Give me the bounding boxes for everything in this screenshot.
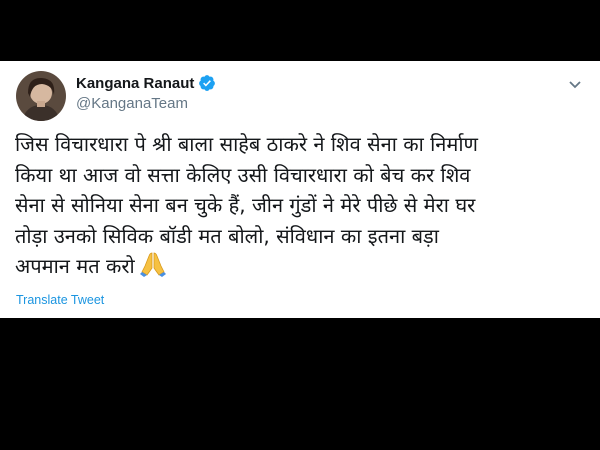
tweet-text-line: तोड़ा उनको सिविक बॉडी मत बोलो, संविधान क… bbox=[15, 223, 439, 248]
tweet-text-line: किया था आज वो सत्ता केलिए उसी विचारधारा … bbox=[15, 162, 471, 187]
tweet-text-line: जिस विचारधारा पे श्री बाला साहेब ठाकरे न… bbox=[15, 132, 479, 156]
tweet-text-line: सेना से सोनिया सेना बन चुके हैं, जीन गुं… bbox=[15, 193, 476, 217]
verified-badge-icon bbox=[198, 74, 216, 92]
author-name[interactable]: Kangana Ranaut bbox=[76, 74, 216, 92]
translate-tweet-link[interactable]: Translate Tweet bbox=[16, 293, 104, 307]
tweet-text-line: अपमान मत करो bbox=[15, 254, 135, 278]
tweet-card: Kangana Ranaut @KanganaTeam जिस विचारधार… bbox=[0, 61, 600, 318]
tweet-text-line-last: अपमान मत करो bbox=[15, 251, 585, 286]
tweet-text: जिस विचारधारा पे श्री बाला साहेब ठाकरे न… bbox=[15, 129, 585, 286]
folded-hands-icon bbox=[139, 251, 167, 286]
author-name-text[interactable]: Kangana Ranaut bbox=[76, 75, 194, 92]
chevron-down-icon[interactable] bbox=[568, 75, 582, 89]
avatar[interactable] bbox=[16, 71, 66, 121]
author-handle[interactable]: @KanganaTeam bbox=[76, 95, 188, 112]
